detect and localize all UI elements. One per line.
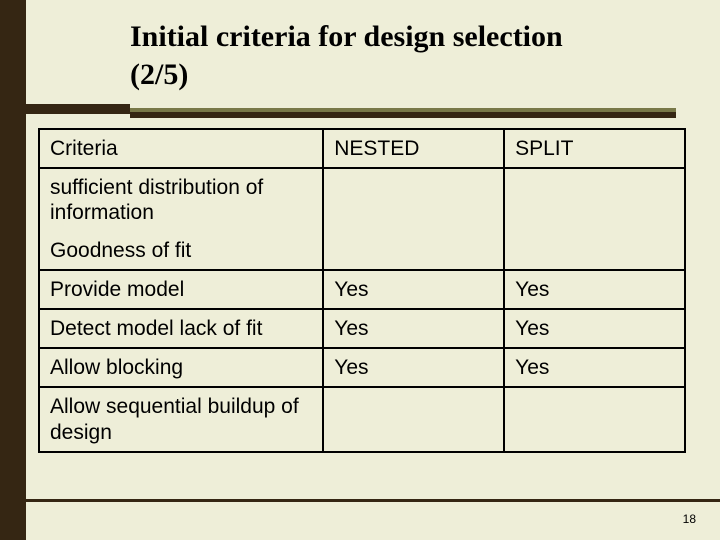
cell-split — [504, 387, 685, 451]
cell-criteria: sufficient distribution of information — [39, 168, 323, 231]
cell-criteria: Allow blocking — [39, 348, 323, 387]
slide-title-line1: Initial criteria for design selection — [130, 18, 696, 56]
cell-criteria: Detect model lack of fit — [39, 309, 323, 348]
title-container: Initial criteria for design selection (2… — [26, 14, 696, 110]
title-underline — [130, 108, 676, 118]
cell-nested: Yes — [323, 270, 504, 309]
cell-split: Yes — [504, 348, 685, 387]
header-split: SPLIT — [504, 129, 685, 168]
table-row: Goodness of fit — [39, 232, 685, 270]
cell-split: Yes — [504, 309, 685, 348]
cell-nested — [323, 387, 504, 451]
header-criteria: Criteria — [39, 129, 323, 168]
table-row: Provide model Yes Yes — [39, 270, 685, 309]
table-header-row: Criteria NESTED SPLIT — [39, 129, 685, 168]
sidebar-stripe — [0, 0, 26, 540]
cell-split — [504, 168, 685, 231]
cell-nested — [323, 232, 504, 270]
cell-criteria: Allow sequential buildup of design — [39, 387, 323, 451]
cell-nested — [323, 168, 504, 231]
cell-nested: Yes — [323, 348, 504, 387]
cell-nested: Yes — [323, 309, 504, 348]
cell-split: Yes — [504, 270, 685, 309]
table-row: Allow sequential buildup of design — [39, 387, 685, 451]
table-row: Detect model lack of fit Yes Yes — [39, 309, 685, 348]
table-row: Allow blocking Yes Yes — [39, 348, 685, 387]
page-number: 18 — [683, 512, 696, 526]
header-nested: NESTED — [323, 129, 504, 168]
title-left-bar — [26, 104, 130, 114]
footer-line — [26, 499, 720, 502]
cell-criteria: Provide model — [39, 270, 323, 309]
slide-title-line2: (2/5) — [130, 56, 696, 94]
criteria-table: Criteria NESTED SPLIT sufficient distrib… — [38, 128, 686, 453]
cell-split — [504, 232, 685, 270]
cell-criteria: Goodness of fit — [39, 232, 323, 270]
